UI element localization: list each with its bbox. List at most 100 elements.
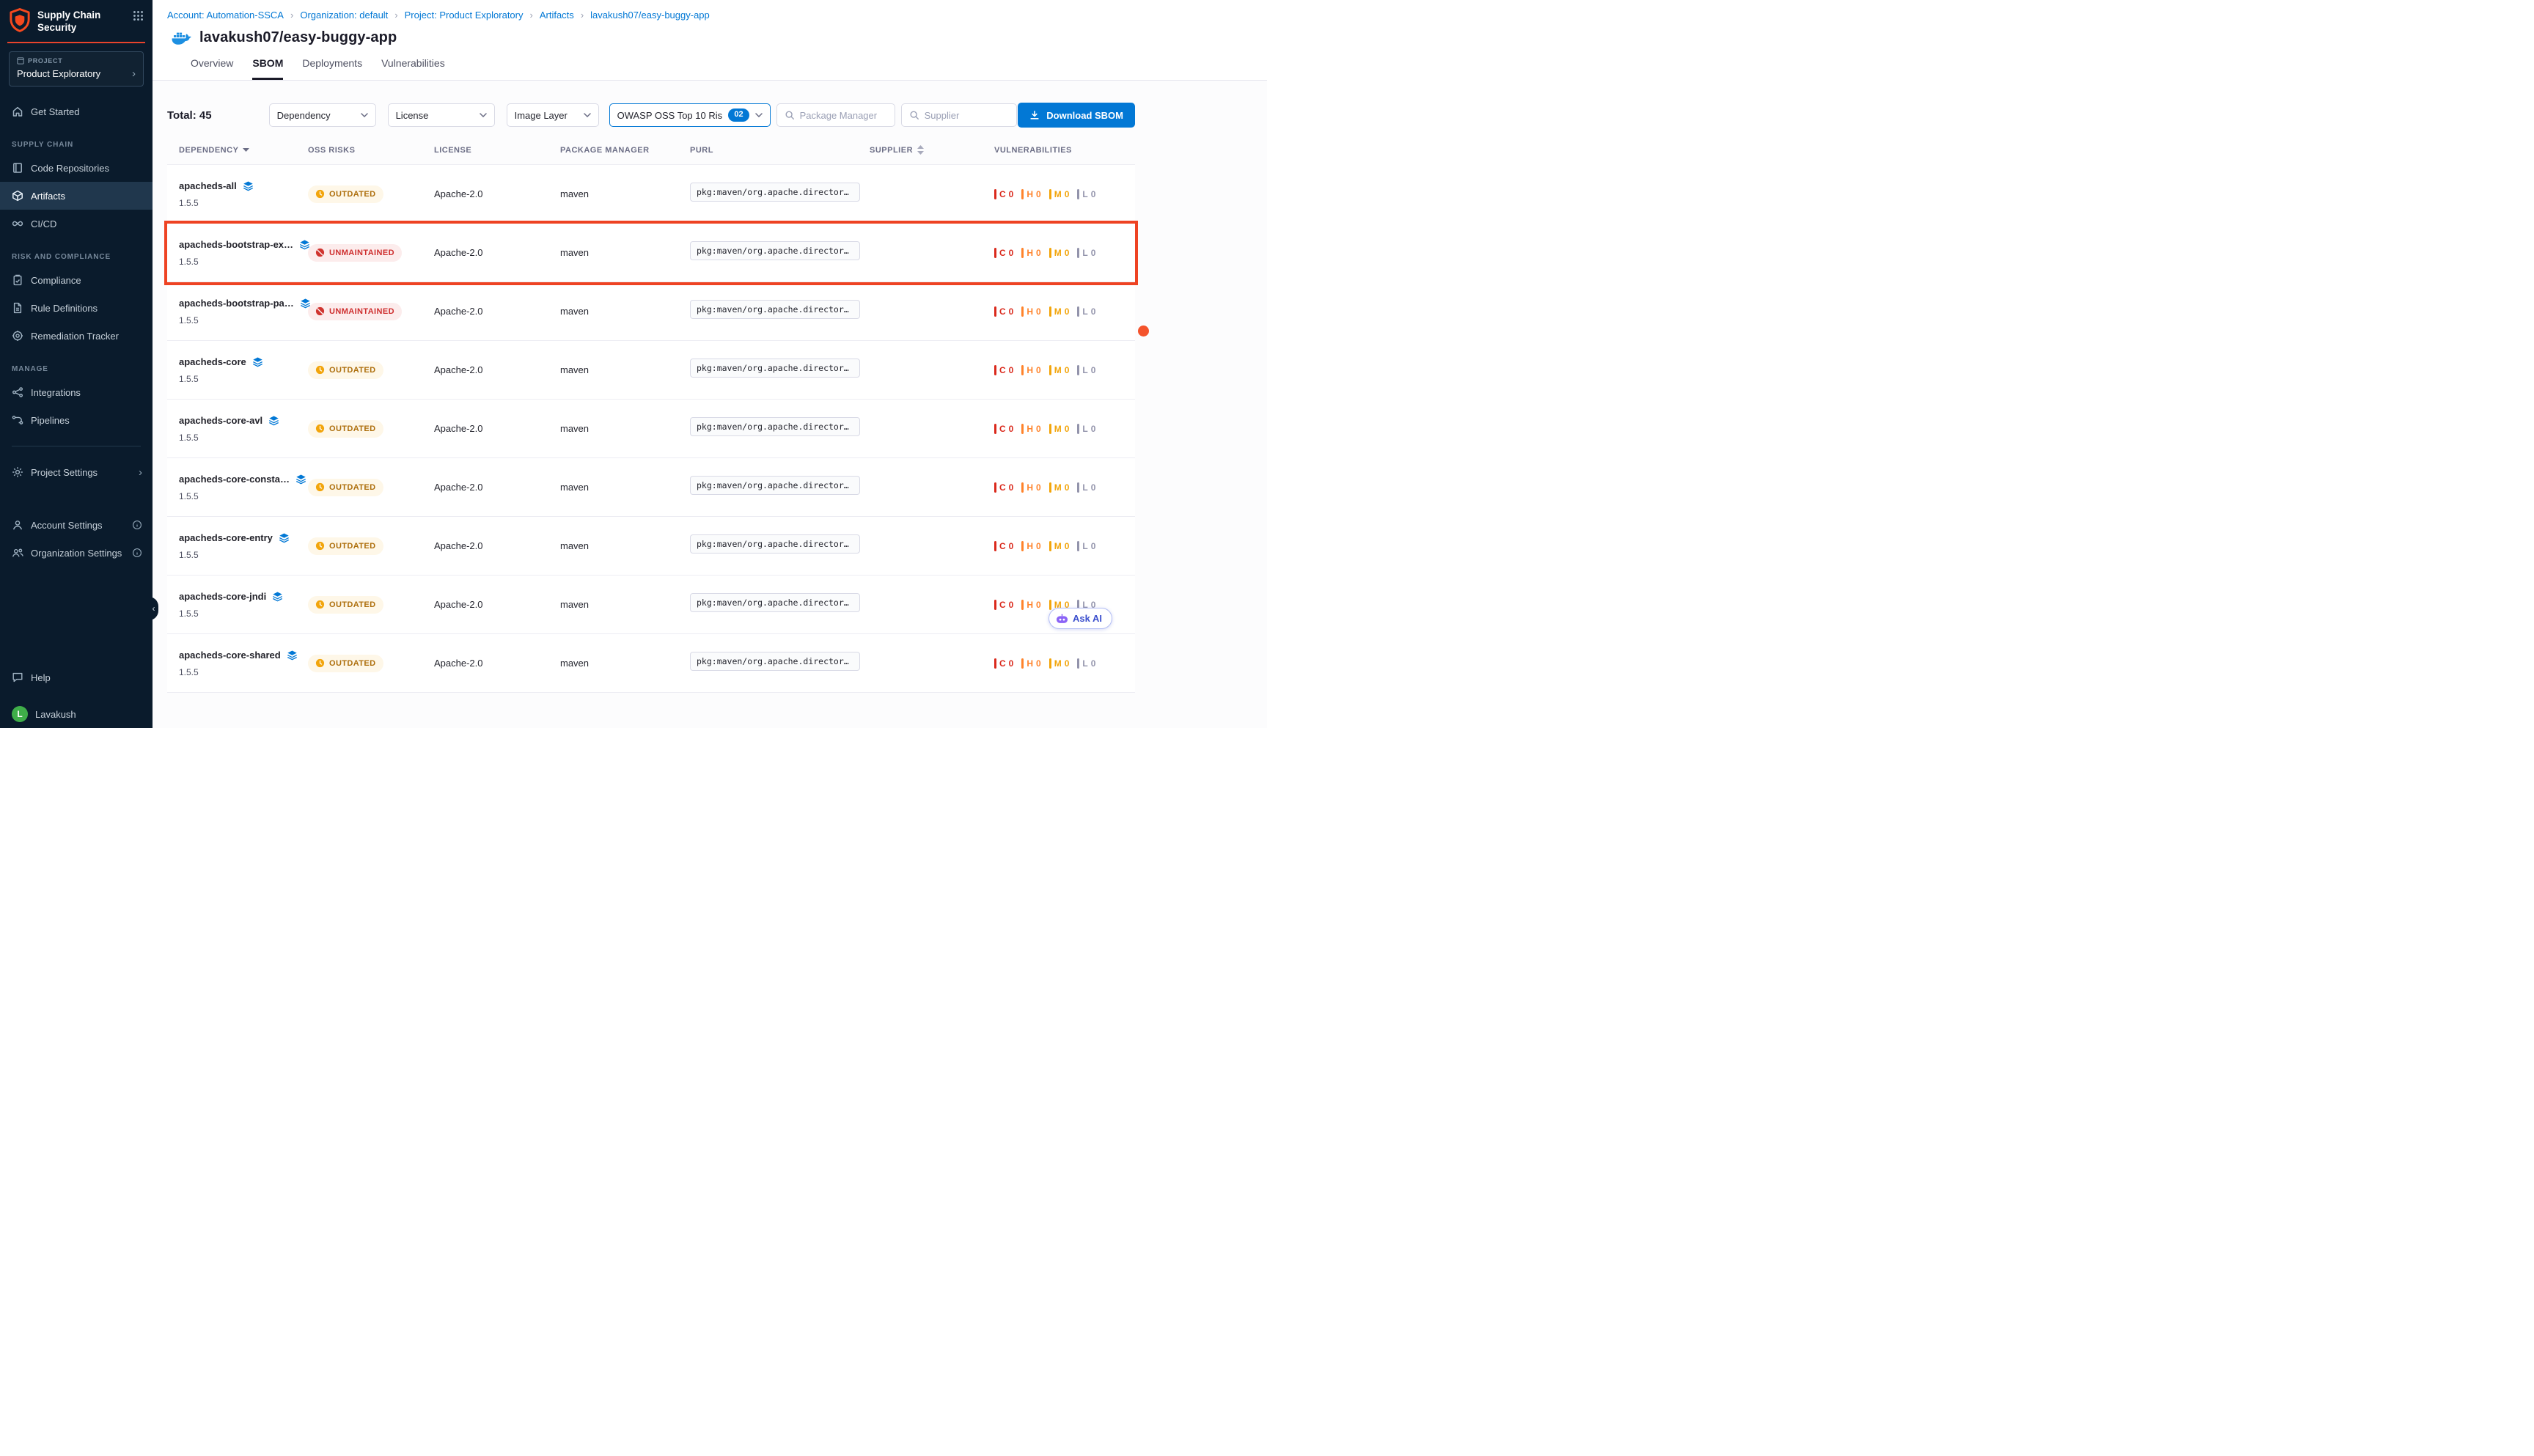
vulnerability-counts[interactable]: C0H0M0L0 xyxy=(994,424,1135,434)
column-header-package-manager: PACKAGE MANAGER xyxy=(560,146,690,155)
sidebar-item-compliance[interactable]: Compliance xyxy=(0,266,153,294)
package-manager: maven xyxy=(560,188,690,199)
purl-value[interactable]: pkg:maven/org.apache.directory.s… xyxy=(690,300,860,319)
vuln-count-l: L0 xyxy=(1077,365,1095,375)
column-header-dependency[interactable]: DEPENDENCY xyxy=(179,146,308,155)
vulnerability-counts[interactable]: C0H0M0L0 xyxy=(994,365,1135,375)
vuln-count-c: C0 xyxy=(994,248,1013,258)
vuln-count-m: M0 xyxy=(1049,424,1070,434)
vulnerability-counts[interactable]: C0H0M0L0 xyxy=(994,306,1135,317)
filter-dropdown-owasp-oss-top-10-risks[interactable]: OWASP OSS Top 10 Risks02 xyxy=(609,103,771,127)
table-row[interactable]: apacheds-core-shared1.5.5OUTDATEDApache-… xyxy=(167,634,1135,693)
column-header-vulnerabilities: VULNERABILITIES xyxy=(994,146,1135,155)
cube-icon xyxy=(12,190,23,202)
table-row[interactable]: apacheds-bootstrap-pa…1.5.5UNMAINTAINEDA… xyxy=(167,282,1135,341)
project-selector[interactable]: PROJECT Product Exploratory › xyxy=(9,51,144,87)
package-manager: maven xyxy=(560,482,690,493)
vuln-count-h: H0 xyxy=(1021,248,1040,258)
download-sbom-button[interactable]: Download SBOM xyxy=(1018,103,1135,128)
filter-dropdown-dependency[interactable]: Dependency xyxy=(269,103,376,127)
sidebar-item-get-started[interactable]: Get Started xyxy=(0,98,153,125)
sidebar-section-label: MANAGE xyxy=(0,350,153,378)
breadcrumb: Account: Automation-SSCA›Organization: d… xyxy=(153,0,1267,21)
search-icon xyxy=(909,110,919,120)
vulnerability-counts[interactable]: C0H0M0L0 xyxy=(994,482,1135,493)
sidebar-item-artifacts[interactable]: Artifacts xyxy=(0,182,153,210)
org-icon xyxy=(12,547,23,559)
repo-icon xyxy=(12,162,23,174)
vulnerability-counts[interactable]: C0H0M0L0 xyxy=(994,541,1135,551)
purl-value[interactable]: pkg:maven/org.apache.directory.s… xyxy=(690,593,860,612)
sidebar-item-ci-cd[interactable]: CI/CD xyxy=(0,210,153,238)
filter-dropdown-image-layer[interactable]: Image Layer xyxy=(507,103,599,127)
filter-dropdown-license[interactable]: License xyxy=(388,103,495,127)
dependency-name: apacheds-core xyxy=(179,356,308,367)
dependency-name: apacheds-core-entry xyxy=(179,532,308,543)
sidebar-item-integrations[interactable]: Integrations xyxy=(0,378,153,406)
project-name: Product Exploratory xyxy=(17,68,100,79)
chat-icon xyxy=(12,672,23,683)
breadcrumb-link[interactable]: Organization: default xyxy=(300,10,388,21)
table-row[interactable]: apacheds-core-entry1.5.5OUTDATEDApache-2… xyxy=(167,517,1135,576)
sidebar-item-help[interactable]: Help xyxy=(0,663,153,691)
column-header-oss-risks: OSS RISKS xyxy=(308,146,434,155)
purl-value[interactable]: pkg:maven/org.apache.directory.s… xyxy=(690,359,860,378)
column-header-purl: PURL xyxy=(690,146,870,155)
vuln-count-m: M0 xyxy=(1049,306,1070,317)
breadcrumb-link[interactable]: Account: Automation-SSCA xyxy=(167,10,284,21)
sidebar-item-rule-definitions[interactable]: Rule Definitions xyxy=(0,294,153,322)
oss-risk-badge: OUTDATED xyxy=(308,537,383,555)
purl-value[interactable]: pkg:maven/org.apache.directory.s… xyxy=(690,241,860,260)
table-row[interactable]: apacheds-core-consta…1.5.5OUTDATEDApache… xyxy=(167,458,1135,517)
breadcrumb-link[interactable]: Project: Product Exploratory xyxy=(405,10,524,21)
breadcrumb-link[interactable]: Artifacts xyxy=(540,10,574,21)
column-header-supplier[interactable]: SUPPLIER xyxy=(870,145,994,155)
tab-deployments[interactable]: Deployments xyxy=(302,57,362,80)
info-icon[interactable] xyxy=(132,520,142,530)
vuln-count-h: H0 xyxy=(1021,424,1040,434)
dependency-name: apacheds-bootstrap-ex… xyxy=(179,239,308,250)
sidebar: Supply Chain Security PROJECT xyxy=(0,0,153,728)
table-body: apacheds-all 1.5.5 OUTDATED Apache-2.0 maven… xyxy=(167,164,1135,693)
avatar: L xyxy=(12,706,28,722)
tab-overview[interactable]: Overview xyxy=(191,57,233,80)
sidebar-item-account-settings[interactable]: Account Settings xyxy=(0,511,153,539)
vulnerability-counts[interactable]: C0H0M0L0 xyxy=(994,248,1135,258)
sidebar-item-organization-settings[interactable]: Organization Settings xyxy=(0,539,153,567)
vulnerability-counts[interactable]: C0H0M0L0 xyxy=(994,658,1135,669)
purl-value[interactable]: pkg:maven/org.apache.directory.s… xyxy=(690,534,860,554)
table-row[interactable]: apacheds-all1.5.5OUTDATEDApache-2.0maven… xyxy=(167,165,1135,224)
info-icon[interactable] xyxy=(132,548,142,558)
table-row[interactable]: apacheds-bootstrap-ex…1.5.5UNMAINTAINEDA… xyxy=(167,224,1135,282)
sidebar-item-pipelines[interactable]: Pipelines xyxy=(0,406,153,434)
table-row[interactable]: apacheds-core-avl1.5.5OUTDATEDApache-2.0… xyxy=(167,400,1135,458)
chevron-down-icon xyxy=(480,113,487,117)
oss-risk-badge: OUTDATED xyxy=(308,479,383,496)
ask-ai-button[interactable]: Ask AI xyxy=(1049,608,1112,629)
dependency-version: 1.5.5 xyxy=(179,433,308,443)
search-package-manager-input[interactable] xyxy=(800,110,887,121)
purl-value[interactable]: pkg:maven/org.apache.directory.s… xyxy=(690,476,860,495)
search-supplier-input[interactable] xyxy=(925,110,1009,121)
tab-sbom[interactable]: SBOM xyxy=(252,57,283,80)
breadcrumb-link[interactable]: lavakush07/easy-buggy-app xyxy=(590,10,710,21)
table-row[interactable]: apacheds-core-jndi1.5.5OUTDATEDApache-2.… xyxy=(167,576,1135,634)
license: Apache-2.0 xyxy=(434,306,560,317)
vuln-count-c: C0 xyxy=(994,600,1013,610)
user-menu[interactable]: L Lavakush xyxy=(0,700,153,728)
layers-icon xyxy=(243,180,254,191)
sidebar-item-project-settings[interactable]: Project Settings› xyxy=(0,458,153,486)
purl-value[interactable]: pkg:maven/org.apache.directory.s… xyxy=(690,417,860,436)
chevron-down-icon xyxy=(584,113,591,117)
dependency-name: apacheds-all xyxy=(179,180,308,191)
module-switcher-icon[interactable] xyxy=(133,10,144,21)
purl-value[interactable]: pkg:maven/org.apache.directory.s… xyxy=(690,183,860,202)
oss-risk-badge: OUTDATED xyxy=(308,361,383,379)
vulnerability-counts[interactable]: C0H0M0L0 xyxy=(994,189,1135,199)
sidebar-item-remediation-tracker[interactable]: Remediation Tracker xyxy=(0,322,153,350)
vuln-count-l: L0 xyxy=(1077,658,1095,669)
tab-vulnerabilities[interactable]: Vulnerabilities xyxy=(381,57,445,80)
sidebar-item-code-repositories[interactable]: Code Repositories xyxy=(0,154,153,182)
table-row[interactable]: apacheds-core1.5.5OUTDATEDApache-2.0mave… xyxy=(167,341,1135,400)
purl-value[interactable]: pkg:maven/org.apache.directory.s… xyxy=(690,652,860,671)
